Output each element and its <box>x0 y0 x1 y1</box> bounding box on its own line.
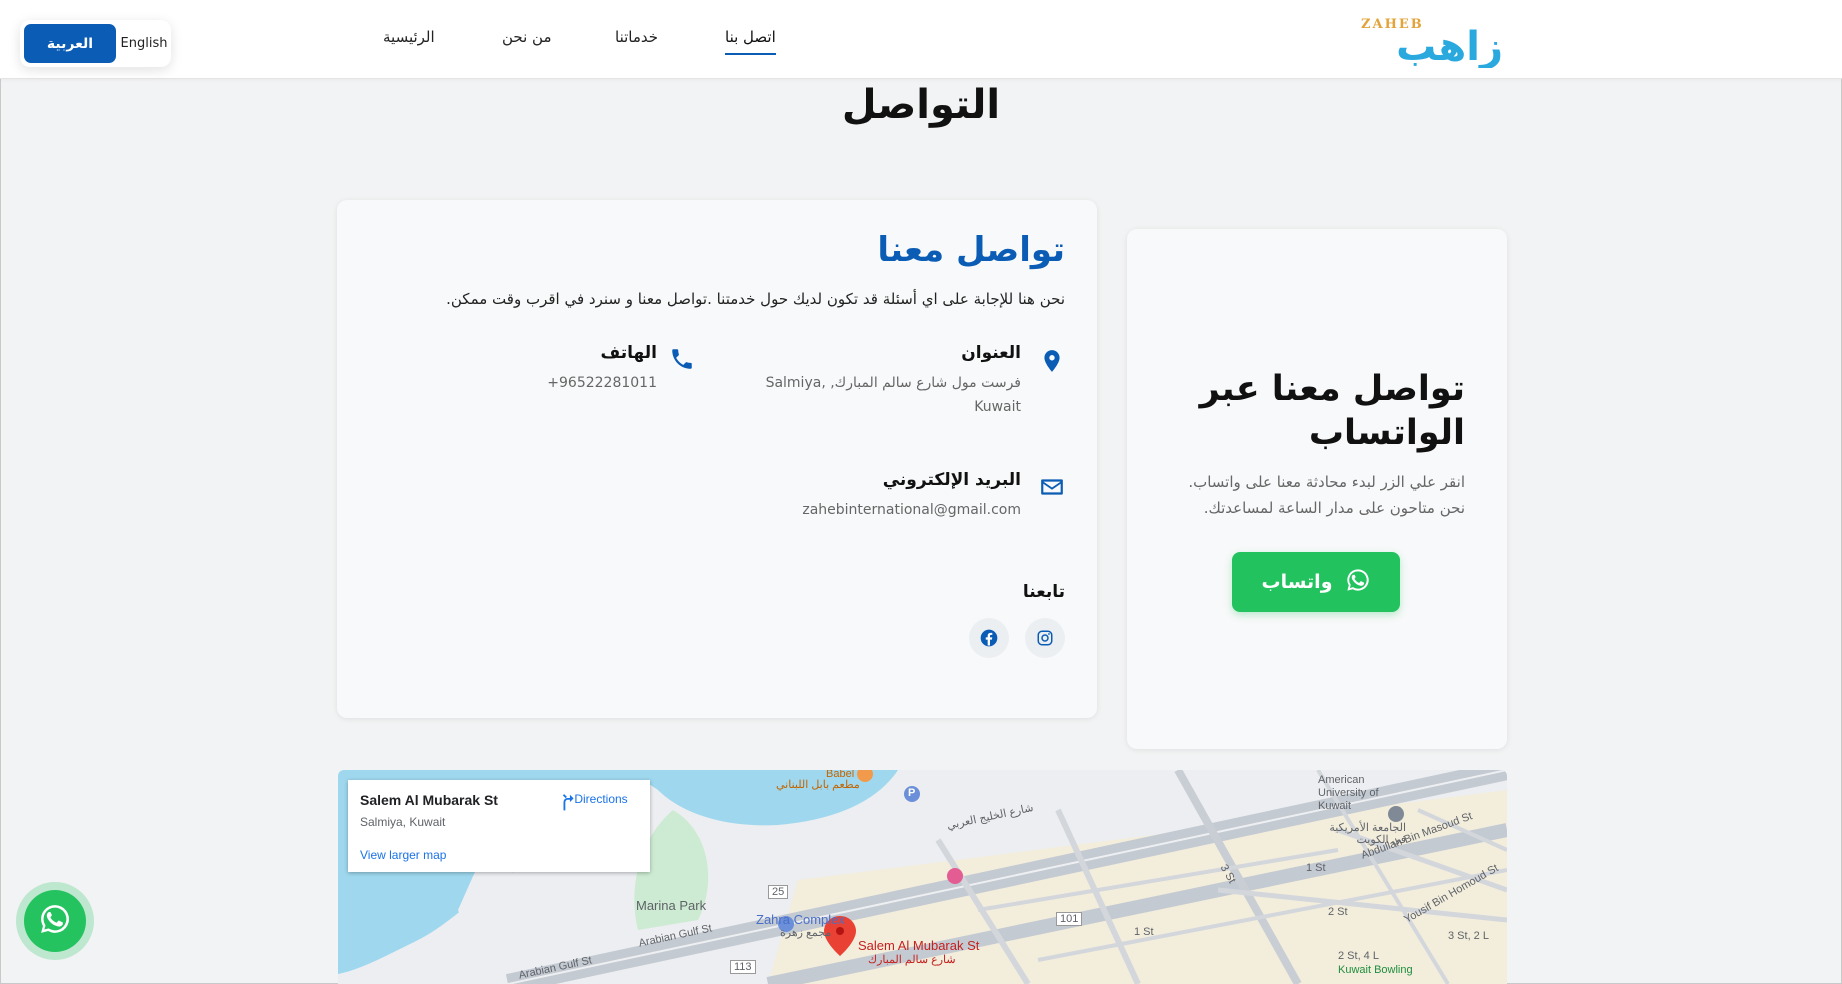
whatsapp-button[interactable]: واتساب <box>1232 552 1400 612</box>
phone-value[interactable]: +96522281011 <box>547 371 657 395</box>
site-header: العربية English الرئيسية من نحن خدماتنا … <box>0 0 1842 79</box>
address-line-1: فرست مول شارع سالم المبارك, ,Salmiya <box>765 375 1021 391</box>
contact-title: تواصل معنا <box>877 230 1065 270</box>
map-label-2st: 2 St <box>1328 906 1348 918</box>
map-popup-title: Salem Al Mubarak St <box>360 792 498 808</box>
whatsapp-icon <box>1345 567 1371 598</box>
map-road-101: 101 <box>1056 912 1083 926</box>
email-value[interactable]: zahebinternational@gmail.com <box>802 498 1021 522</box>
map-label-babel-ar: مطعم بابل اللبناني <box>776 779 860 791</box>
map-road-113: 113 <box>730 960 756 974</box>
envelope-icon <box>1039 474 1065 500</box>
page-title: التواصل <box>841 82 1001 128</box>
phone-title: الهاتف <box>600 343 657 363</box>
whatsapp-card-title: تواصل معنا عبر الواتساب <box>1199 369 1465 453</box>
embedded-map[interactable]: Marina Park Zahra Complex مجمع زهرة Sale… <box>338 770 1507 984</box>
floating-whatsapp-button[interactable] <box>16 882 94 960</box>
site-logo[interactable]: ZAHEB زاهب <box>1353 14 1509 70</box>
directions-button[interactable]: Directions <box>558 792 644 811</box>
whatsapp-float-icon <box>38 902 72 940</box>
floating-whatsapp-inner <box>24 890 86 952</box>
phone-icon <box>669 346 695 372</box>
map-label-auk: American University of Kuwait <box>1318 774 1379 812</box>
map-road-25: 25 <box>768 885 789 899</box>
instagram-icon[interactable] <box>1025 618 1065 658</box>
map-label-marina-park: Marina Park <box>636 898 707 913</box>
map-label-1st-b: 1 St <box>1134 926 1154 938</box>
view-larger-map-link[interactable]: View larger map <box>360 848 446 862</box>
map-label-3st-b: 3 St, 2 L <box>1448 930 1489 942</box>
email-title: البريد الإلكتروني <box>882 470 1021 490</box>
nav-contact[interactable]: اتصل بنا <box>725 28 776 55</box>
address-title: العنوان <box>961 343 1021 363</box>
nav-home[interactable]: الرئيسية <box>383 28 435 46</box>
whatsapp-desc-line-1: انقر علي الزر لبدء محادثة معنا على واتسا… <box>1188 473 1465 491</box>
lang-arabic-button[interactable]: العربية <box>24 24 116 63</box>
map-parking-icon: P <box>908 787 916 799</box>
whatsapp-card: تواصل معنا عبر الواتساب انقر علي الزر لب… <box>1127 229 1507 749</box>
address-text: فرست مول شارع سالم المبارك, ,Salmiya Kuw… <box>721 371 1021 419</box>
location-pin-icon <box>1039 348 1065 374</box>
logo-graphic: ZAHEB زاهب <box>1361 17 1503 70</box>
map-popup-subtitle: Salmiya, Kuwait <box>360 815 446 829</box>
follow-title: تابعنا <box>1022 582 1065 602</box>
map-label-zahra-complex: Zahra Complex <box>756 912 845 927</box>
contact-card: تواصل معنا نحن هنا للإجابة على اي أسئلة … <box>337 200 1097 718</box>
map-label-zahra-complex-ar: مجمع زهرة <box>780 927 832 939</box>
map-label-1st: 1 St <box>1306 862 1326 874</box>
whatsapp-button-label: واتساب <box>1261 571 1333 593</box>
facebook-icon[interactable] <box>969 618 1009 658</box>
language-switcher: العربية English <box>20 20 171 67</box>
map-label-2st-b: 2 St, 4 L <box>1338 950 1379 962</box>
map-label-bowling: Kuwait Bowling <box>1338 964 1413 976</box>
map-info-popup: Salem Al Mubarak St Salmiya, Kuwait View… <box>348 780 650 872</box>
nav-services[interactable]: خدماتنا <box>615 28 658 46</box>
map-label-salem-st: Salem Al Mubarak St <box>858 938 980 953</box>
whatsapp-card-description: انقر علي الزر لبدء محادثة معنا على واتسا… <box>1135 469 1465 521</box>
lang-english-button[interactable]: English <box>118 24 170 63</box>
contact-description: نحن هنا للإجابة على اي أسئلة قد تكون لدي… <box>446 290 1065 308</box>
whatsapp-desc-line-2: نحن متاحون على مدار الساعة لمساعدتك. <box>1203 499 1465 517</box>
map-label-salem-st-ar: شارع سالم المبارك <box>868 954 956 966</box>
nav-about[interactable]: من نحن <box>502 28 552 46</box>
logo-text-ar: زاهب <box>1396 24 1503 68</box>
address-line-2: Kuwait <box>974 399 1021 415</box>
